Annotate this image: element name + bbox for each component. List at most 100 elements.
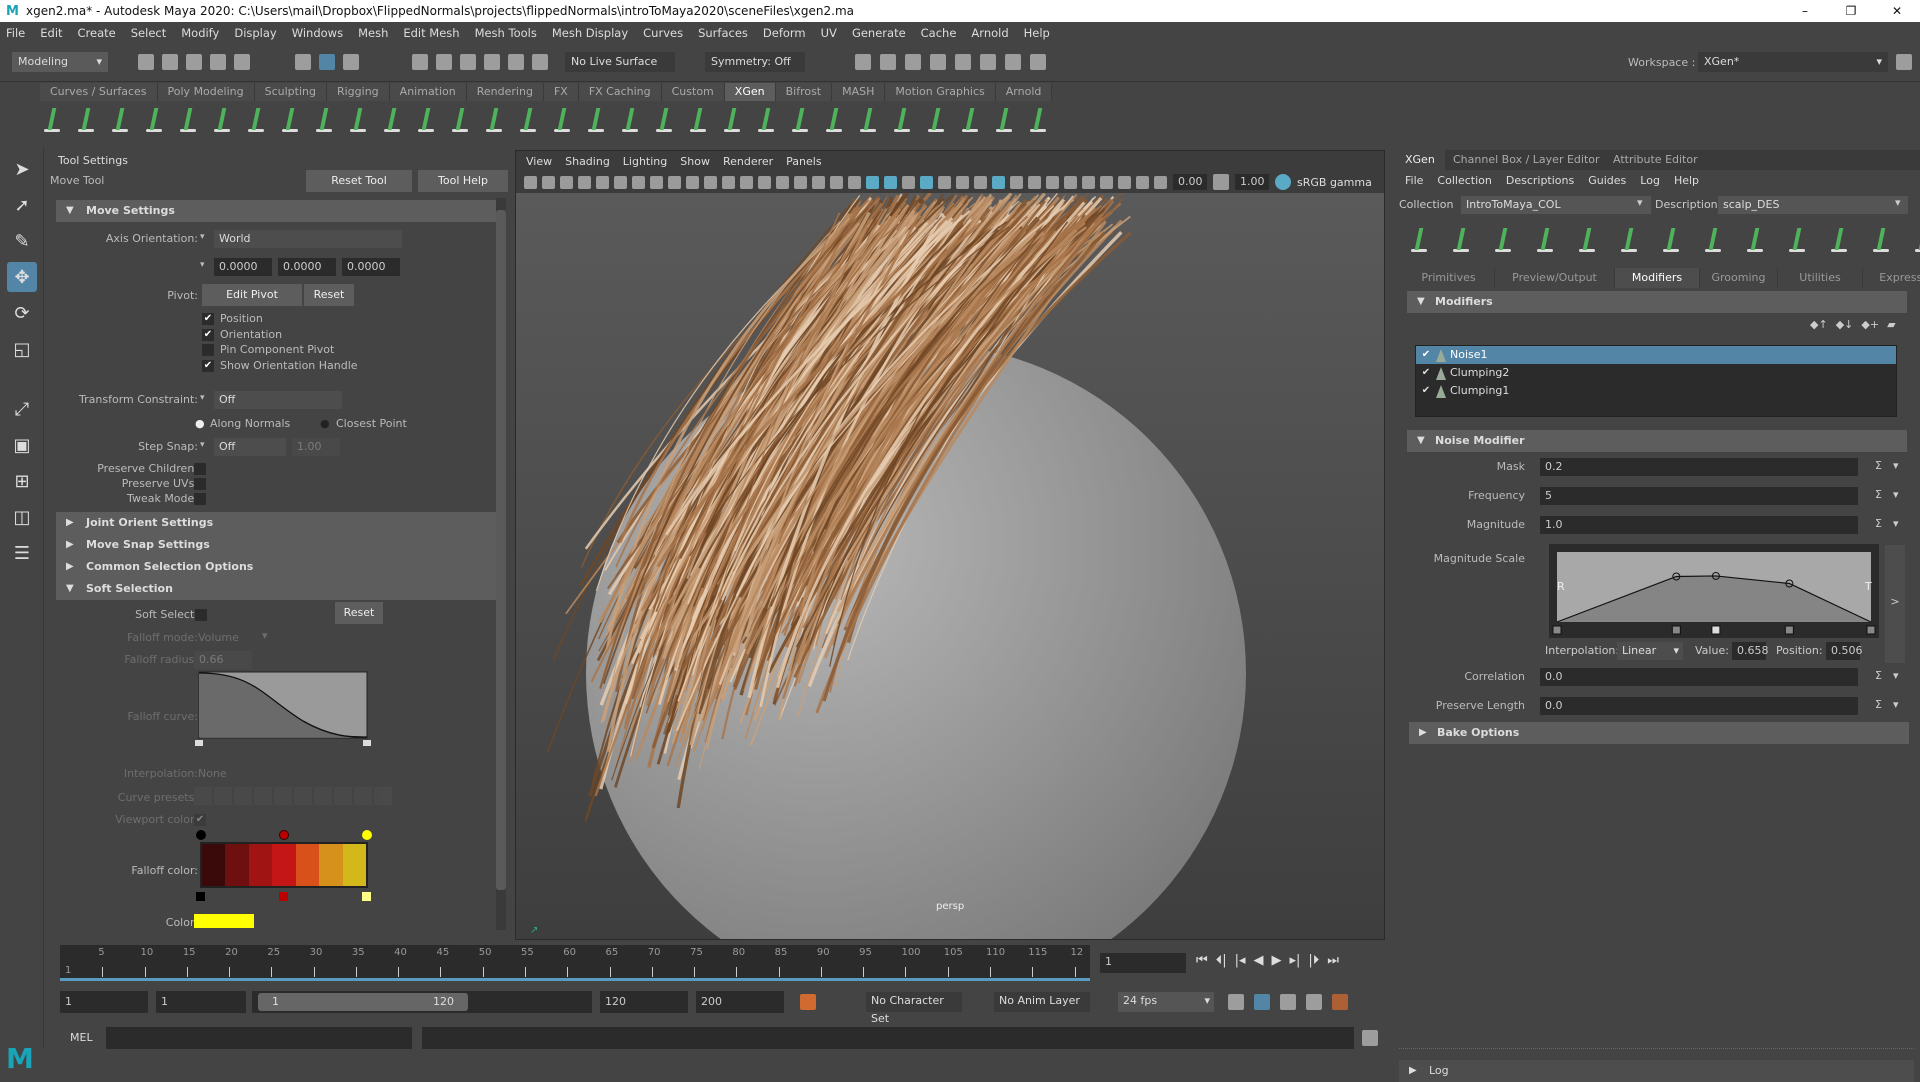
anim-layer-dropdown[interactable]: No Anim Layer [994,992,1090,1012]
xgen-shelf-tool-icon[interactable] [380,106,404,134]
edit-pivot-button[interactable]: Edit Pivot [202,284,302,306]
viewport-tool-icon[interactable] [992,175,1005,189]
soft-reset-button[interactable]: Reset [335,602,383,624]
live-surface-field[interactable]: No Live Surface [565,52,675,72]
character-set-dropdown[interactable]: No Character Set [866,992,962,1025]
preserve-uvs-checkbox[interactable] [194,478,206,490]
xgen-shelf-tool-icon[interactable] [176,106,200,134]
axis-orientation-dropdown[interactable]: World [214,230,402,248]
xgen-menu-collection[interactable]: Collection [1437,174,1491,187]
ramp-key-handle[interactable] [1671,625,1681,635]
select-tool-icon[interactable]: ➤ [7,154,37,184]
pivot-reset-button[interactable]: Reset [304,284,354,306]
xgen-shelf-tool-icon[interactable] [278,106,302,134]
xgen-tool-icon[interactable] [1617,226,1641,254]
magnitude-scale-ramp[interactable] [1549,544,1879,638]
menu-set-dropdown[interactable]: Modeling ▾ [12,52,108,72]
xgen-tool-icon[interactable] [1827,226,1851,254]
shelf-tab-mash[interactable]: MASH [832,83,886,101]
subtab-grooming[interactable]: Grooming [1700,268,1778,288]
viewport-tool-icon[interactable] [902,175,915,189]
expression-icon[interactable]: Σ [1875,698,1882,711]
redo-icon[interactable] [234,54,250,70]
ramp-key-handle[interactable] [1711,625,1721,635]
curve-preset-button[interactable] [354,787,372,805]
open-scene-icon[interactable] [162,54,178,70]
color-key-handle[interactable] [279,892,288,901]
modifier-enabled-checkbox[interactable]: ✔ [1420,385,1432,397]
chevron-down-icon[interactable]: ▾ [1893,698,1899,711]
expression-icon[interactable]: Σ [1875,517,1882,530]
select-component-icon[interactable] [343,54,359,70]
viewport-tool-icon[interactable] [1154,175,1167,189]
viewport-tool-icon[interactable] [758,175,771,189]
gamma-field[interactable]: 1.00 [1235,174,1269,190]
modifier-enabled-checkbox[interactable]: ✔ [1420,367,1432,379]
xgen-shelf-tool-icon[interactable] [856,106,880,134]
color-stop-handle[interactable] [362,830,372,840]
command-mode-label[interactable]: MEL [70,1031,93,1044]
move-settings-header[interactable]: ▼ Move Settings [56,200,496,222]
outliner-icon[interactable]: ☰ [7,538,37,568]
description-dropdown[interactable]: scalp_DES [1718,196,1908,214]
two-view-icon[interactable]: ◫ [7,502,37,532]
axis-z-field[interactable]: 0.0000 [342,258,400,276]
joint-orient-header[interactable]: ▶ Joint Orient Settings [56,512,496,534]
move-snap-header[interactable]: ▶ Move Snap Settings [56,534,496,556]
viewport-tool-icon[interactable] [722,175,735,189]
subtab-expressions[interactable]: Expressions [1863,268,1920,288]
menu-help[interactable]: Help [1024,26,1050,40]
xgen-shelf-tool-icon[interactable] [516,106,540,134]
shelf-tab-sculpting[interactable]: Sculpting [254,83,327,101]
xgen-shelf-tool-icon[interactable] [482,106,506,134]
modifiers-header[interactable]: ▼ Modifiers [1407,291,1907,313]
xgen-tool-icon[interactable] [1491,226,1515,254]
new-scene-icon[interactable] [138,54,154,70]
viewport-tool-icon[interactable] [1064,175,1077,189]
viewport-tool-icon[interactable] [542,175,555,189]
menu-uv[interactable]: UV [821,26,837,40]
xgen-tool-icon[interactable] [1869,226,1893,254]
scale-tool-icon[interactable]: ◱ [7,334,37,364]
xgen-menu-help[interactable]: Help [1674,174,1699,187]
step-forward-key-icon[interactable]: ▸| [1290,953,1301,968]
magnitude-field[interactable]: 1.0 [1540,516,1858,534]
gamma-icon[interactable] [1213,174,1229,190]
shelf-tab-rigging[interactable]: Rigging [326,83,390,101]
sound-icon[interactable] [1280,994,1296,1010]
xgen-tool-icon[interactable] [1911,226,1920,254]
xgen-shelf-tool-icon[interactable] [312,106,336,134]
xgen-shelf-tool-icon[interactable] [584,106,608,134]
minimize-button[interactable]: – [1782,0,1828,22]
modifier-item[interactable]: ✔ Clumping2 [1416,364,1896,382]
axis-y-field[interactable]: 0.0000 [278,258,336,276]
render-icon[interactable] [905,54,921,70]
chevron-down-icon[interactable]: ▾ [200,260,205,270]
ipr-render-icon[interactable] [930,54,946,70]
snap-edge-icon[interactable] [532,54,548,70]
chevron-down-icon[interactable]: ▾ [1893,517,1899,530]
xgen-shelf-tool-icon[interactable] [346,106,370,134]
chevron-down-icon[interactable]: ▾ [1893,669,1899,682]
modifier-item[interactable]: ✔ Noise1 [1416,346,1896,364]
viewport-menu-view[interactable]: View [526,155,552,168]
xgen-shelf-tool-icon[interactable] [788,106,812,134]
xgen-shelf-tool-icon[interactable] [924,106,948,134]
render-settings-icon[interactable] [855,54,871,70]
xgen-shelf-tool-icon[interactable] [890,106,914,134]
shelf-tab-rendering[interactable]: Rendering [466,83,544,101]
preserve-children-checkbox[interactable] [194,463,206,475]
step-snap-dropdown[interactable]: Off [214,438,286,456]
command-input[interactable] [106,1027,412,1049]
xgen-shelf-tool-icon[interactable] [754,106,778,134]
xgen-shelf-tool-icon[interactable] [448,106,472,134]
pivot-option-checkbox[interactable]: ✔ [202,359,214,372]
viewport-menu-show[interactable]: Show [680,155,710,168]
viewport-tool-icon[interactable] [1028,175,1041,189]
ramp-key-handle[interactable] [1552,625,1562,635]
chevron-down-icon[interactable]: ▾ [200,393,205,403]
symmetry-dropdown[interactable]: Symmetry: Off [705,52,805,72]
viewport-tool-icon[interactable] [938,175,951,189]
shelf-tab-poly-modeling[interactable]: Poly Modeling [157,83,255,101]
xgen-shelf-tool-icon[interactable] [822,106,846,134]
